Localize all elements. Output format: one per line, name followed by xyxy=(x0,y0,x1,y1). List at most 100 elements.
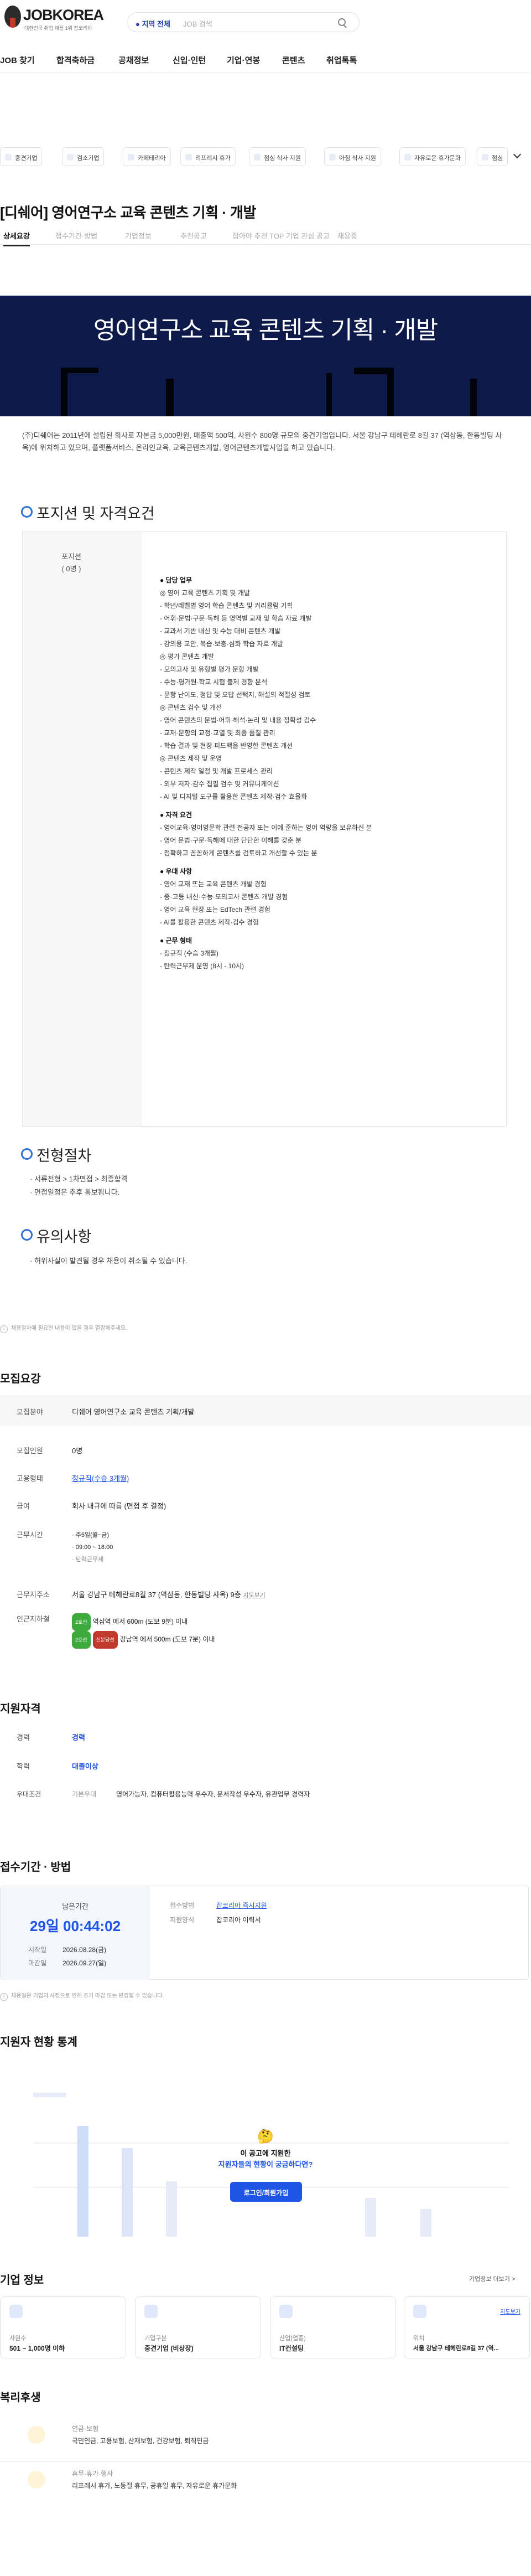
login-button[interactable]: 로그인/회원가입 xyxy=(230,2182,302,2202)
chip-icon xyxy=(329,154,336,161)
chip[interactable]: 검소기업 xyxy=(62,147,105,166)
duty-line: - 강의용 교안, 복습·보충·심화 학습 자료 개발 xyxy=(160,640,284,648)
nav-item[interactable]: JOB 찾기 xyxy=(0,54,35,66)
tab-company[interactable]: 기업정보 xyxy=(125,230,152,241)
tab-hiring[interactable]: 채용중 xyxy=(337,230,357,241)
pension-icon xyxy=(28,2426,45,2444)
duty-line: ◎ 콘텐츠 제작 및 운영 xyxy=(160,755,222,762)
apply-method-link[interactable]: 잡코리아 즉시지원 xyxy=(216,1901,267,1910)
nav-item[interactable]: 공채정보 xyxy=(118,54,149,66)
nav-item[interactable]: 합격축하금 xyxy=(56,54,95,66)
positions-table: 포지션 ( 0명 ) ● 담당 업무 ◎ 영어 교육 콘텐츠 기획 및 개발 - 학… xyxy=(22,531,507,1127)
benefit-item: 연금·보험 국민연금, 고용보험, 산재보험, 건강보험, 퇴직연금 xyxy=(0,2417,531,2456)
vacation-icon xyxy=(28,2471,45,2489)
nav-item[interactable]: 콘텐츠 xyxy=(282,54,305,66)
duty-line: - 외부 저자·감수 집필 검수 및 커뮤니케이션 xyxy=(160,780,279,788)
tab-detail[interactable]: 상세요강 xyxy=(3,230,30,246)
duty-section-title: ● 근무 형태 xyxy=(160,937,192,944)
chip[interactable]: 아침 식사 지원 xyxy=(324,147,381,166)
duty-line: - 어휘·문법·구문·독해 등 영역별 교재 및 학습 자료 개발 xyxy=(160,615,312,622)
detail-tabs: 상세요강 접수기간·방법 기업정보 추천공고 잡아야 추천 TOP 기업 관심 … xyxy=(0,227,531,246)
duty-section-title: ● 담당 업무 xyxy=(160,576,192,584)
duty-line: - 콘텐츠 제작 일정 및 개발 프로세스 관리 xyxy=(160,767,273,775)
duty-section-title: ● 우대 사항 xyxy=(160,868,192,875)
qual-heading: 지원자격 xyxy=(0,1703,41,1715)
company-intro: (주)디쉐어는 2011년에 설립된 회사로 자본금 5,000만원, 매출액 … xyxy=(22,431,502,452)
notes-heading: 유의사항 xyxy=(20,1225,91,1246)
duty-line: - 학습 결과 및 현장 피드백을 반영한 콘텐츠 개선 xyxy=(160,742,293,750)
duty-line: - 영어 문법·구문·독해에 대한 탄탄한 이해를 갖춘 분 xyxy=(160,837,302,844)
company-map-link[interactable]: 지도보기 xyxy=(500,2307,520,2315)
duty-content: ● 담당 업무 ◎ 영어 교육 콘텐츠 기획 및 개발 - 학년/레벨별 영어 학습… xyxy=(142,532,506,1126)
chip-icon xyxy=(254,154,261,161)
chip-icon xyxy=(5,154,12,161)
chip[interactable]: 리프레시 휴가 xyxy=(180,147,236,166)
duty-line: ◎ 콘텐츠 검수 및 개선 xyxy=(160,704,222,711)
chip[interactable]: 점심 xyxy=(477,147,508,166)
duty-list: ● 담당 업무 ◎ 영어 교육 콘텐츠 기획 및 개발 - 학년/레벨별 영어 학습… xyxy=(160,569,372,973)
detail-footnote: 채용절차에 필요한 내용이 있을 경우 열람해주세요. xyxy=(0,1323,127,1333)
benefit-chips: 중견기업 검소기업 카페테리아 리프레시 휴가 점심 식사 지원 아침 식사 지… xyxy=(0,145,531,169)
company-more-link[interactable]: 기업정보 더보기 > xyxy=(469,2274,515,2283)
duty-line: - 학년/레벨별 영어 학습 콘텐츠 및 커리큘럼 기획 xyxy=(160,602,293,610)
line2-badge: 2호선 xyxy=(72,1631,91,1649)
duty-line: - 정확하고 꼼꼼하게 콘텐츠를 검토하고 개선할 수 있는 분 xyxy=(160,849,317,857)
nav-item[interactable]: 취업톡톡 xyxy=(326,54,357,66)
search-bar[interactable]: ● 지역 전체 JOB 검색 xyxy=(127,12,360,32)
stats-heading: 지원자 현황 통계 xyxy=(0,2036,77,2048)
company-card: 사원수 501 ~ 1,000명 이하 xyxy=(0,2296,126,2358)
position-label: 포지션 ( 0명 ) xyxy=(61,553,81,573)
notes-text: · 허위사실이 발견될 경우 채용이 취소될 수 있습니다. xyxy=(30,1257,188,1265)
chip[interactable]: 점심 식사 지원 xyxy=(249,147,306,166)
chip-icon xyxy=(404,154,411,161)
duty-line: - 문항 난이도, 정답 및 오답 선택지, 해설의 적절성 검토 xyxy=(160,691,311,699)
chip-icon xyxy=(128,154,134,161)
duty-line: - 탄력근무제 운영 (8시 - 10시) xyxy=(160,962,244,970)
duty-line: - AI를 활용한 콘텐츠 제작·검수 경험 xyxy=(160,918,259,926)
benefit-item: 휴무·휴가·행사 리프레시 휴가, 노동절 휴무, 공휴일 휴무, 자유로운 휴가… xyxy=(0,2461,531,2500)
duty-line: - 영어 콘텐츠의 문법·어휘·해석·논리 및 내용 정확성 검수 xyxy=(160,716,316,724)
duty-line: - 영어 교육 현장 또는 EdTech 관련 경험 xyxy=(160,906,270,913)
company-card: 산업(업종) IT컨설팅 xyxy=(270,2296,396,2358)
tab-top-company[interactable]: 잡아야 추천 TOP 기업 관심 공고 xyxy=(232,230,330,241)
apply-footnote: 채용일은 기업의 사정으로 인해 조기 마감 또는 변경될 수 있습니다. xyxy=(0,1991,164,2001)
main-nav: JOB 찾기 합격축하금 공채정보 신입·인턴 기업·연봉 콘텐츠 취업톡톡 xyxy=(0,51,531,73)
duty-line: ◎ 영어 교육 콘텐츠 기획 및 개발 xyxy=(160,589,250,597)
duty-line: - AI 및 디지털 도구를 활용한 콘텐츠 제작·검수 효율화 xyxy=(160,793,308,801)
line2-badge: 2호선 xyxy=(72,1613,91,1631)
tab-apply-period[interactable]: 접수기간·방법 xyxy=(55,230,97,241)
apply-heading: 접수기간 · 방법 xyxy=(0,1861,71,1873)
duty-line: - 중·고등 내신·수능·모의고사 콘텐츠 개발 경험 xyxy=(160,893,288,901)
logo-tagline: 대한민국 취업 채용 1위 잡코리아 xyxy=(24,25,92,31)
sinbundang-badge: 신분당선 xyxy=(92,1631,118,1649)
nav-item[interactable]: 신입·인턴 xyxy=(173,54,206,66)
company-heading: 기업 정보 xyxy=(0,2274,44,2286)
nav-item[interactable]: 기업·연봉 xyxy=(227,54,260,66)
process-heading: 전형절차 xyxy=(20,1144,91,1165)
briefcase-icon xyxy=(279,2305,293,2318)
recruit-heading: 모집요강 xyxy=(0,1373,41,1385)
chip-icon xyxy=(482,154,488,161)
positions-heading: 포지션 및 자격요건 xyxy=(21,502,155,523)
location-filter[interactable]: ● 지역 전체 xyxy=(136,18,170,29)
job-banner: 영어연구소 교육 콘텐츠 기획 · 개발 xyxy=(0,296,531,416)
tab-recommend[interactable]: 추천공고 xyxy=(180,230,207,241)
site-header: JOBKOREA 대한민국 취업 채용 1위 잡코리아 ● 지역 전체 JOB … xyxy=(0,0,531,44)
logo[interactable]: JOBKOREA xyxy=(23,7,104,24)
chip[interactable]: 카페테리아 xyxy=(123,147,171,166)
thinking-icon: 🤔 xyxy=(257,2129,274,2144)
duty-line: - 수능·평가원·학교 시험 출제 경향 분석 xyxy=(160,678,268,686)
map-link[interactable]: 지도보기 xyxy=(243,1592,265,1599)
benefits-heading: 복리후생 xyxy=(0,2392,41,2404)
duty-line: - 교과서 기반 내신 및 수능 대비 콘텐츠 개발 xyxy=(160,627,281,635)
company-card: 기업구분 중견기업 (비상장) xyxy=(135,2296,261,2358)
chip[interactable]: 자유로운 휴가문화 xyxy=(399,147,466,166)
process-text: · 서류전형 > 1차면접 > 최종합격 · 면접일정은 추후 통보됩니다. xyxy=(30,1175,128,1196)
logo-icon[interactable] xyxy=(4,6,21,28)
apply-box: 남은기간 29일 00:44:02 시작일 2026.08.28(금) 마감일 … xyxy=(0,1886,529,1980)
recruit-row: 모집분야 디쉐어 영어연구소 교육 콘텐츠 기획/개발 xyxy=(0,1395,531,1426)
chip[interactable]: 중견기업 xyxy=(0,147,43,166)
search-input[interactable]: JOB 검색 xyxy=(183,18,212,29)
duty-line: - 모의고사 및 유형별 평가 문항 개발 xyxy=(160,665,259,673)
search-icon[interactable] xyxy=(338,18,346,26)
